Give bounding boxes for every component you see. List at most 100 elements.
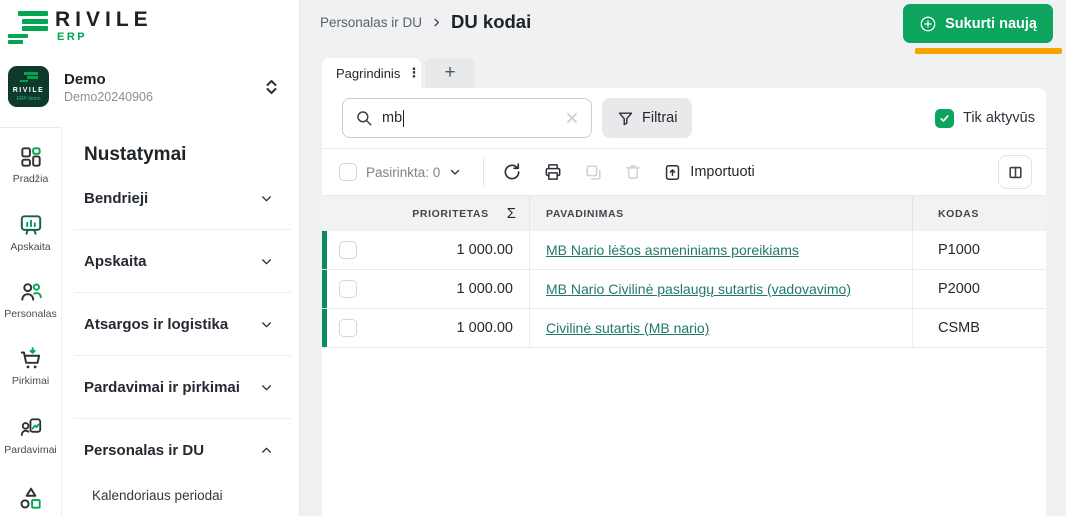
nav-item-apskaita[interactable]: Apskaita bbox=[62, 230, 299, 292]
table-row: 1 000.00 MB Nario lėšos asmeniniams pore… bbox=[322, 231, 1046, 270]
checkbox-checked-icon[interactable] bbox=[935, 109, 954, 128]
tab-kebab-menu-icon[interactable]: ⋮ bbox=[405, 65, 422, 81]
nav-item-personalas-ir-du[interactable]: Personalas ir DU bbox=[62, 419, 299, 481]
nav-item-label: Atsargos ir logistika bbox=[84, 316, 228, 333]
rail-label: Pradžia bbox=[0, 173, 61, 185]
sum-icon[interactable]: Σ bbox=[507, 205, 516, 222]
cell-kodas: CSMB bbox=[938, 320, 980, 336]
workspace-selector[interactable]: RIVILE ERP demo Demo Demo20240906 bbox=[0, 62, 299, 114]
workspace-code: Demo20240906 bbox=[64, 90, 153, 104]
refresh-button[interactable] bbox=[502, 162, 522, 182]
plus-circle-icon bbox=[919, 15, 937, 33]
rail-item-pradzia[interactable]: Pradžia bbox=[0, 144, 61, 185]
chevron-down-icon bbox=[260, 381, 273, 394]
search-icon bbox=[355, 109, 373, 127]
content-card: mb Filtrai Tik aktyvūs bbox=[322, 88, 1046, 516]
nav-heading: Nustatymai bbox=[84, 143, 299, 167]
cell-pavadinimas-link[interactable]: Civilinė sutartis (MB nario) bbox=[546, 320, 709, 336]
nav-item-pardavimai-ir-pirkimai[interactable]: Pardavimai ir pirkimai bbox=[62, 356, 299, 418]
main-area: Personalas ir DU DU kodai Sukurti naują … bbox=[300, 0, 1066, 516]
table-row: 1 000.00 Civilinė sutartis (MB nario) CS… bbox=[322, 309, 1046, 348]
row-checkbox[interactable] bbox=[339, 319, 357, 337]
orange-indicator-bar bbox=[915, 48, 1062, 54]
brand-sub: ERP bbox=[57, 31, 87, 43]
column-settings-button[interactable] bbox=[998, 155, 1032, 189]
copy-icon bbox=[584, 163, 603, 182]
tab-label: Pagrindinis bbox=[336, 66, 400, 81]
create-new-label: Sukurti naują bbox=[945, 16, 1037, 32]
chevron-down-icon bbox=[449, 166, 461, 178]
tab-bar: Pagrindinis ⋮ + bbox=[322, 58, 475, 88]
breadcrumb-parent[interactable]: Personalas ir DU bbox=[320, 15, 422, 30]
chart-board-icon bbox=[18, 212, 44, 238]
nav-item-bendrieji[interactable]: Bendrieji bbox=[62, 167, 299, 229]
left-panel: RIVILE ERP RIVILE ERP demo Demo Demo2024… bbox=[0, 0, 300, 516]
import-button[interactable]: Importuoti bbox=[663, 163, 754, 182]
rail-item-shapes[interactable] bbox=[0, 486, 61, 512]
nav-item-label: Pardavimai ir pirkimai bbox=[84, 379, 240, 396]
workspace-avatar: RIVILE ERP demo bbox=[8, 66, 49, 107]
nav-item-label: Apskaita bbox=[84, 253, 147, 270]
selected-count-label: Pasirinkta: 0 bbox=[366, 165, 440, 180]
tab-pagrindinis[interactable]: Pagrindinis ⋮ bbox=[322, 58, 421, 88]
cell-prioritetas: 1 000.00 bbox=[357, 281, 529, 297]
rail-label: Personalas bbox=[0, 308, 61, 320]
select-all-checkbox[interactable] bbox=[339, 163, 357, 181]
cart-icon bbox=[18, 346, 44, 372]
import-file-icon bbox=[663, 163, 682, 182]
row-status-stripe bbox=[322, 231, 327, 269]
clear-search-icon[interactable] bbox=[565, 111, 579, 125]
column-header-prioritetas[interactable]: PRIORITETAS bbox=[412, 208, 488, 220]
active-only-toggle[interactable]: Tik aktyvūs bbox=[935, 109, 1035, 128]
rail-label: Pardavimai bbox=[0, 444, 61, 456]
cell-pavadinimas-link[interactable]: MB Nario lėšos asmeniniams poreikiams bbox=[546, 242, 799, 258]
search-value: mb bbox=[382, 110, 402, 126]
rivile-logo-icon bbox=[8, 11, 48, 44]
filters-button[interactable]: Filtrai bbox=[602, 98, 692, 138]
rail-item-pardavimai[interactable]: Pardavimai bbox=[0, 415, 61, 456]
add-tab-button[interactable]: + bbox=[425, 58, 475, 88]
row-status-stripe bbox=[322, 270, 327, 308]
search-input[interactable]: mb bbox=[342, 98, 592, 138]
rail-label: Pirkimai bbox=[0, 375, 61, 387]
selected-dropdown[interactable]: Pasirinkta: 0 bbox=[339, 163, 461, 181]
row-status-stripe bbox=[322, 309, 327, 347]
sales-screen-icon bbox=[18, 415, 44, 441]
row-checkbox[interactable] bbox=[339, 241, 357, 259]
refresh-icon bbox=[502, 162, 522, 182]
rail-item-personalas[interactable]: Personalas bbox=[0, 279, 61, 320]
people-icon bbox=[18, 279, 44, 305]
shapes-icon bbox=[18, 486, 44, 512]
column-header-kodas[interactable]: KODAS bbox=[938, 208, 979, 220]
columns-icon bbox=[1007, 164, 1024, 181]
settings-nav: Nustatymai Bendrieji Apskaita Atsargos i… bbox=[62, 127, 299, 516]
chevron-down-icon bbox=[260, 192, 273, 205]
print-button[interactable] bbox=[543, 162, 563, 182]
rail-item-apskaita[interactable]: Apskaita bbox=[0, 212, 61, 253]
cell-pavadinimas-link[interactable]: MB Nario Civilinė paslaugų sutartis (vad… bbox=[546, 281, 851, 297]
row-checkbox[interactable] bbox=[339, 280, 357, 298]
chevron-down-icon bbox=[260, 318, 273, 331]
printer-icon bbox=[543, 162, 563, 182]
rail-item-pirkimai[interactable]: Pirkimai bbox=[0, 346, 61, 387]
nav-item-label: Bendrieji bbox=[84, 190, 148, 207]
home-grid-icon bbox=[18, 144, 44, 170]
copy-button-disabled[interactable] bbox=[584, 163, 603, 182]
filter-row: mb Filtrai Tik aktyvūs bbox=[322, 88, 1046, 148]
nav-subitem-kalendoriaus-periodai[interactable]: Kalendoriaus periodai bbox=[62, 481, 299, 509]
workspace-name: Demo bbox=[64, 71, 106, 88]
create-new-button[interactable]: Sukurti naują bbox=[903, 4, 1053, 43]
chevron-down-icon bbox=[260, 255, 273, 268]
page-header: Personalas ir DU DU kodai Sukurti naują bbox=[300, 0, 1066, 58]
unfold-icon[interactable] bbox=[264, 77, 279, 102]
brand-name: RIVILE bbox=[55, 8, 153, 32]
delete-button-disabled[interactable] bbox=[624, 163, 642, 181]
import-label: Importuoti bbox=[690, 164, 754, 180]
cell-kodas: P2000 bbox=[938, 281, 980, 297]
chevron-up-icon bbox=[260, 444, 273, 457]
table-row: 1 000.00 MB Nario Civilinė paslaugų suta… bbox=[322, 270, 1046, 309]
text-caret bbox=[403, 110, 404, 127]
page-title: DU kodai bbox=[451, 11, 531, 33]
column-header-pavadinimas[interactable]: PAVADINIMAS bbox=[546, 208, 624, 220]
nav-item-atsargos-ir-logistika[interactable]: Atsargos ir logistika bbox=[62, 293, 299, 355]
